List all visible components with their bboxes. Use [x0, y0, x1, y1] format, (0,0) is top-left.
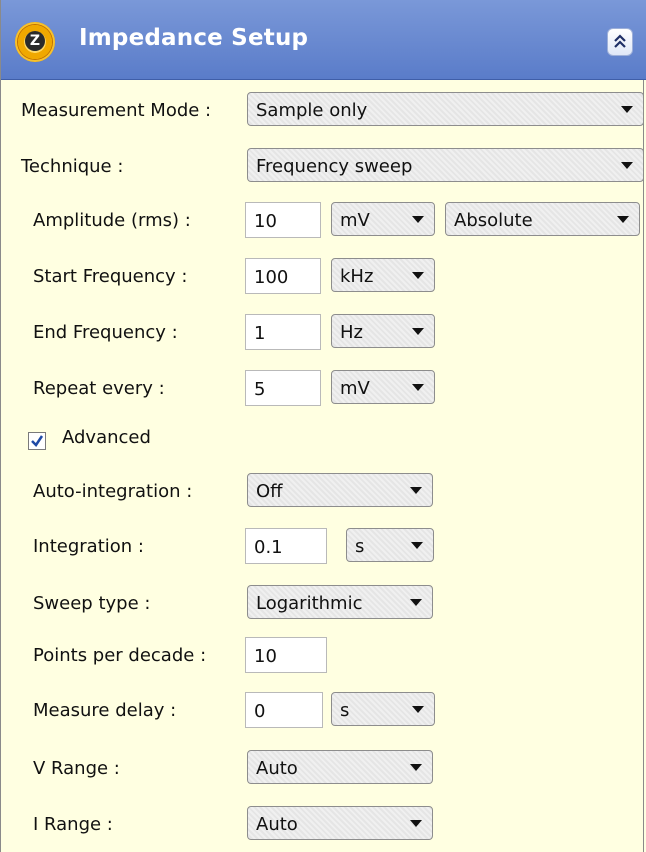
start-frequency-row: Start Frequency : 100 kHz [1, 258, 646, 298]
dropdown-arrow-icon [412, 384, 424, 391]
auto-integration-row: Auto-integration : Off [1, 473, 646, 513]
points-per-decade-row: Points per decade : 10 [1, 637, 646, 677]
measurement-mode-row: Measurement Mode : Sample only [1, 92, 646, 132]
panel-header: Z Impedance Setup [1, 0, 646, 80]
double-chevron-up-icon [614, 34, 626, 48]
dropdown-arrow-icon [621, 162, 633, 169]
end-frequency-input[interactable]: 1 [245, 314, 321, 350]
measure-delay-input[interactable]: 0 [245, 692, 323, 728]
panel-title: Impedance Setup [79, 25, 309, 51]
measurement-mode-label: Measurement Mode : [21, 100, 212, 121]
amplitude-input[interactable]: 10 [245, 202, 321, 238]
repeat-every-unit-value: mV [340, 378, 370, 399]
dropdown-arrow-icon [410, 764, 422, 771]
collapse-button[interactable] [607, 28, 633, 56]
start-frequency-input[interactable]: 100 [245, 258, 321, 294]
app-icon-letter: Z [25, 31, 45, 51]
sweep-type-dropdown[interactable]: Logarithmic [247, 585, 433, 619]
app-icon: Z [15, 22, 55, 62]
auto-integration-label: Auto-integration : [33, 481, 193, 502]
technique-dropdown[interactable]: Frequency sweep [247, 148, 644, 182]
repeat-every-row: Repeat every : 5 mV [1, 370, 646, 410]
impedance-setup-panel: Z Impedance Setup Measurement Mode : Sam… [0, 0, 646, 852]
dropdown-arrow-icon [617, 216, 629, 223]
v-range-label: V Range : [33, 758, 120, 779]
dropdown-arrow-icon [411, 542, 423, 549]
technique-label: Technique : [21, 156, 124, 177]
start-frequency-unit-dropdown[interactable]: kHz [331, 258, 435, 292]
start-frequency-unit-value: kHz [340, 266, 374, 287]
points-per-decade-input[interactable]: 10 [245, 637, 327, 673]
dropdown-arrow-icon [410, 820, 422, 827]
technique-row: Technique : Frequency sweep [1, 148, 646, 188]
v-range-row: V Range : Auto [1, 750, 646, 790]
checkmark-icon [31, 435, 44, 447]
measure-delay-value: 0 [254, 701, 266, 722]
repeat-every-unit-dropdown[interactable]: mV [331, 370, 435, 404]
dropdown-arrow-icon [412, 272, 424, 279]
amplitude-value: 10 [254, 211, 277, 232]
advanced-checkbox[interactable] [28, 432, 46, 450]
end-frequency-unit-dropdown[interactable]: Hz [331, 314, 435, 348]
sweep-type-label: Sweep type : [33, 593, 151, 614]
measure-delay-unit-value: s [340, 700, 350, 721]
measure-delay-row: Measure delay : 0 s [1, 692, 646, 732]
i-range-dropdown[interactable]: Auto [247, 806, 433, 840]
v-range-value: Auto [256, 758, 298, 779]
amplitude-unit-dropdown[interactable]: mV [331, 202, 435, 236]
start-frequency-label: Start Frequency : [33, 266, 188, 287]
repeat-every-input[interactable]: 5 [245, 370, 321, 406]
repeat-every-value: 5 [254, 379, 266, 400]
points-per-decade-label: Points per decade : [33, 645, 207, 666]
dropdown-arrow-icon [412, 328, 424, 335]
integration-label: Integration : [33, 536, 144, 557]
measure-delay-label: Measure delay : [33, 700, 177, 721]
end-frequency-row: End Frequency : 1 Hz [1, 314, 646, 354]
integration-row: Integration : 0.1 s [1, 528, 646, 568]
end-frequency-unit-value: Hz [340, 322, 363, 343]
auto-integration-dropdown[interactable]: Off [247, 473, 433, 507]
dropdown-arrow-icon [621, 106, 633, 113]
v-range-dropdown[interactable]: Auto [247, 750, 433, 784]
repeat-every-label: Repeat every : [33, 378, 165, 399]
technique-value: Frequency sweep [256, 156, 413, 177]
start-frequency-value: 100 [254, 267, 289, 288]
points-per-decade-value: 10 [254, 646, 277, 667]
amplitude-label: Amplitude (rms) : [33, 210, 191, 231]
advanced-label: Advanced [62, 427, 151, 448]
dropdown-arrow-icon [412, 706, 424, 713]
i-range-label: I Range : [33, 814, 113, 835]
integration-input[interactable]: 0.1 [245, 528, 327, 564]
integration-value: 0.1 [254, 537, 283, 558]
i-range-value: Auto [256, 814, 298, 835]
i-range-row: I Range : Auto [1, 806, 646, 846]
amplitude-mode-dropdown[interactable]: Absolute [445, 202, 640, 236]
measurement-mode-value: Sample only [256, 100, 368, 121]
auto-integration-value: Off [256, 481, 283, 502]
integration-unit-dropdown[interactable]: s [346, 528, 434, 562]
end-frequency-label: End Frequency : [33, 322, 178, 343]
dropdown-arrow-icon [412, 216, 424, 223]
dropdown-arrow-icon [410, 599, 422, 606]
dropdown-arrow-icon [410, 487, 422, 494]
integration-unit-value: s [355, 536, 365, 557]
sweep-type-value: Logarithmic [256, 593, 363, 614]
measurement-mode-dropdown[interactable]: Sample only [247, 92, 644, 126]
measure-delay-unit-dropdown[interactable]: s [331, 692, 435, 726]
end-frequency-value: 1 [254, 323, 266, 344]
sweep-type-row: Sweep type : Logarithmic [1, 585, 646, 625]
amplitude-row: Amplitude (rms) : 10 mV Absolute [1, 202, 646, 242]
amplitude-mode-value: Absolute [454, 210, 533, 231]
amplitude-unit-value: mV [340, 210, 370, 231]
